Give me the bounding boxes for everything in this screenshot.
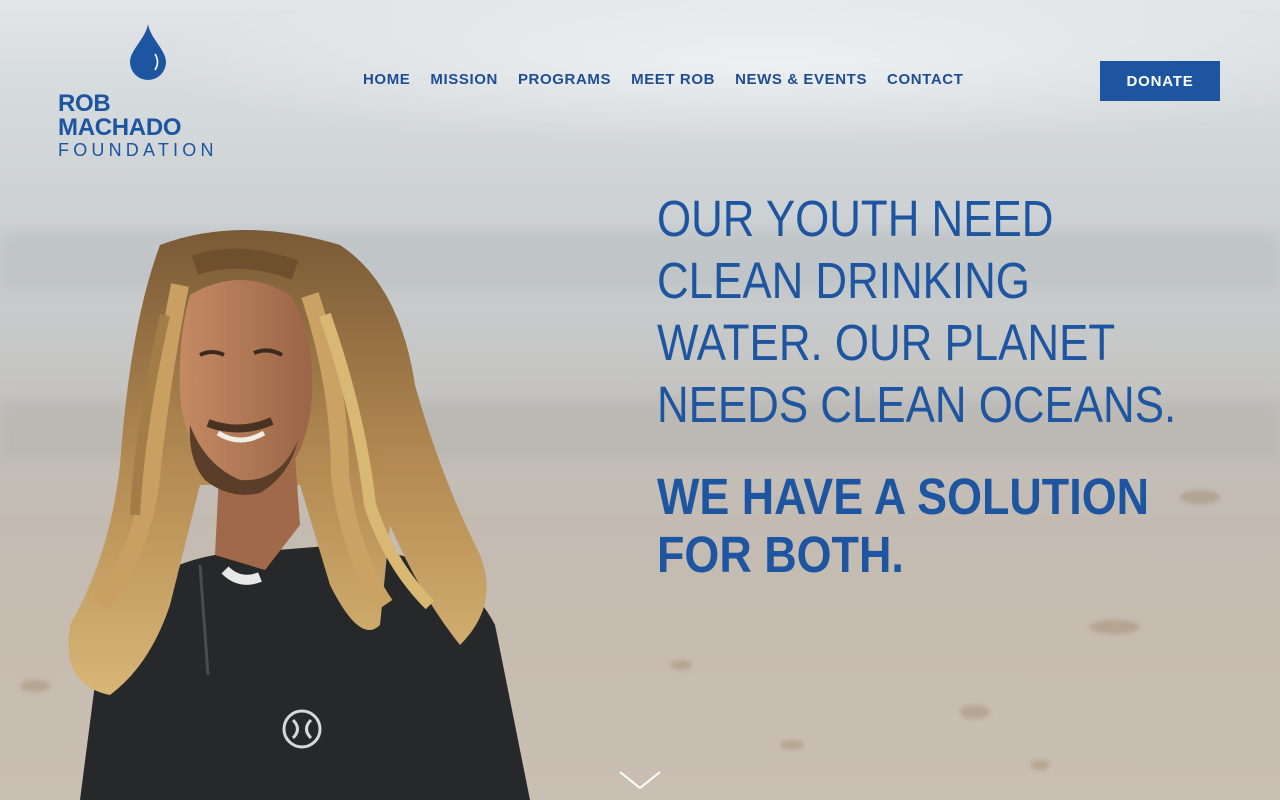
subhead-line: WE HAVE A SOLUTION — [657, 468, 1150, 525]
person-photo — [68, 230, 530, 800]
sand-speck — [670, 660, 692, 670]
donate-button[interactable]: DONATE — [1100, 61, 1220, 101]
logo-text-secondary: FOUNDATION — [58, 140, 218, 160]
headline-line: NEEDS CLEAN OCEANS. — [657, 376, 1177, 433]
nav-item-contact[interactable]: CONTACT — [887, 71, 963, 88]
headline-line: CLEAN DRINKING — [657, 252, 1030, 309]
nav-item-programs[interactable]: PROGRAMS — [518, 71, 611, 88]
sand-speck — [1030, 760, 1050, 770]
sand-speck — [1180, 490, 1220, 504]
nav-item-news-events[interactable]: NEWS & EVENTS — [735, 71, 867, 88]
sand-speck — [1090, 620, 1140, 634]
hero-headline: OUR YOUTH NEED CLEAN DRINKING WATER. OUR… — [657, 188, 1177, 436]
hero-subheadline: WE HAVE A SOLUTION FOR BOTH. — [657, 468, 1185, 584]
main-nav: HOME MISSION PROGRAMS MEET ROB NEWS & EV… — [363, 71, 963, 88]
nav-item-mission[interactable]: MISSION — [430, 71, 498, 88]
water-drop-icon — [130, 24, 166, 80]
sand-speck — [780, 740, 804, 750]
nav-item-meet-rob[interactable]: MEET ROB — [631, 71, 715, 88]
headline-line: WATER. OUR PLANET — [657, 314, 1116, 371]
nav-item-home[interactable]: HOME — [363, 71, 410, 88]
logo-text-primary: ROB MACHADO — [58, 90, 182, 141]
subhead-line: FOR BOTH. — [657, 526, 904, 583]
chevron-down-icon[interactable] — [618, 770, 662, 792]
foundation-logo[interactable]: ROB MACHADO FOUNDATION — [58, 24, 238, 160]
headline-line: OUR YOUTH NEED — [657, 190, 1054, 247]
sand-speck — [960, 705, 990, 719]
